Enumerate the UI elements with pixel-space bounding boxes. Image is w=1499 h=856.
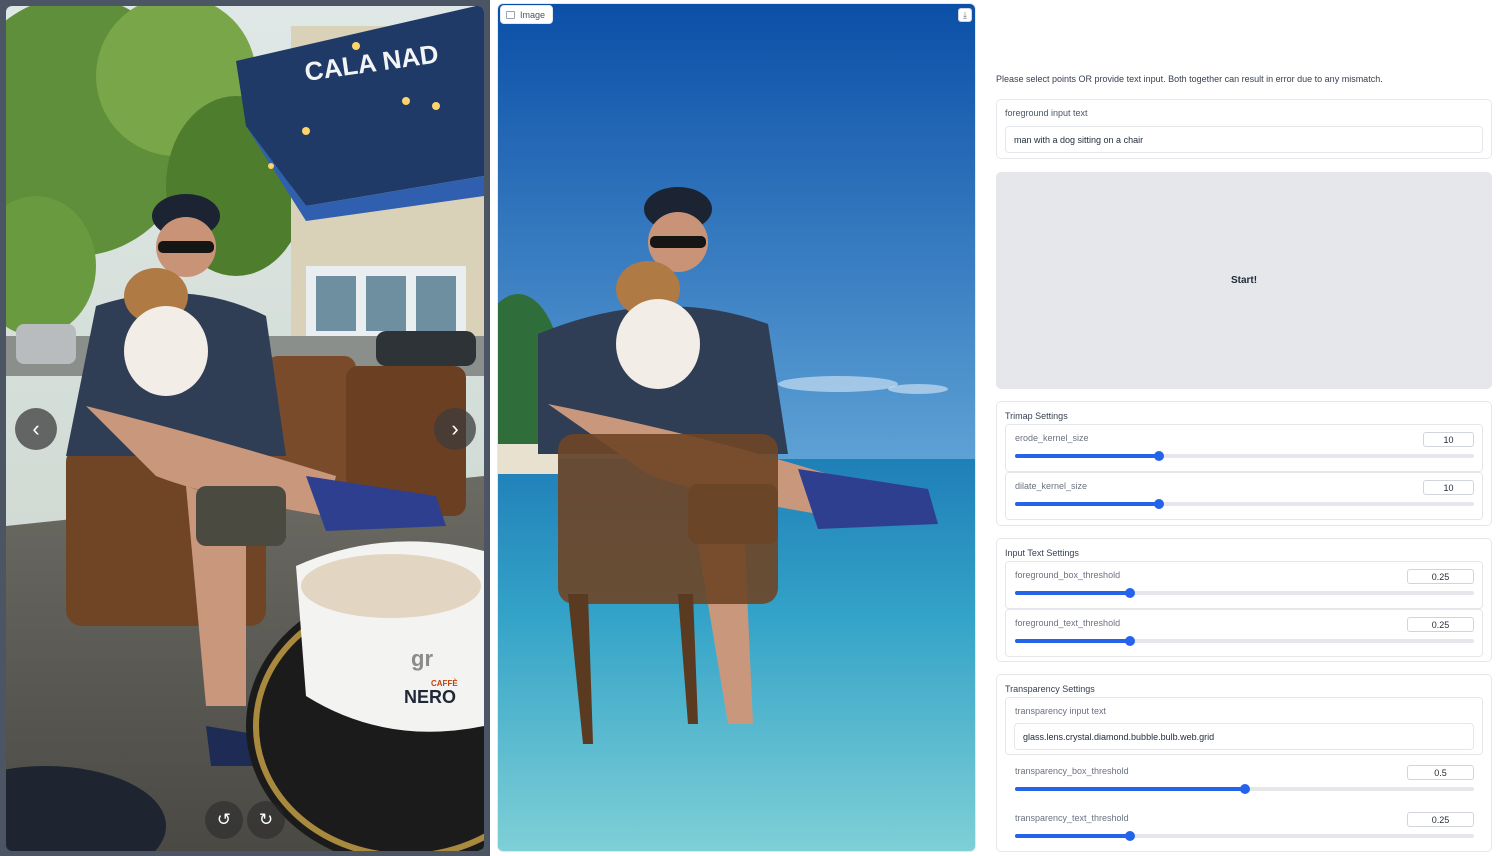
rotate-left-icon: ↺ (216, 810, 232, 829)
slider-track[interactable] (1015, 636, 1474, 646)
input-gallery: CALA NAD gr CAFFÈ NERO ‹ › ↺ ↻ (0, 0, 490, 856)
transparency-settings-title: Transparency Settings (1005, 684, 1095, 694)
slider-thumb[interactable] (1153, 451, 1164, 461)
slider-track[interactable] (1015, 499, 1474, 509)
input-text-settings-group: Input Text Settings foreground_box_thres… (996, 538, 1492, 662)
start-button[interactable]: Start! (996, 172, 1492, 389)
slider-thumb[interactable] (1124, 588, 1135, 598)
previous-image-button[interactable]: ‹ (15, 408, 57, 450)
slider-thumb[interactable] (1239, 784, 1250, 794)
slider-thumb[interactable] (1124, 831, 1135, 841)
slider-fill (1015, 639, 1130, 643)
download-icon: ⤓ (963, 9, 967, 20)
slider-fill (1015, 454, 1159, 458)
slider-fill (1015, 834, 1130, 838)
transparency-input-label: transparency input text (1015, 706, 1107, 716)
input-text-settings-title: Input Text Settings (1005, 548, 1079, 558)
slider-fill (1015, 502, 1159, 506)
erode-kernel-size-slider: erode_kernel_size 10 (1005, 424, 1483, 472)
foreground-input-label: foreground input text (1005, 108, 1088, 118)
output-image (498, 4, 975, 851)
slider-track[interactable] (1015, 831, 1474, 841)
slider-label: foreground_text_threshold (1015, 618, 1121, 628)
trimap-settings-group: Trimap Settings erode_kernel_size 10 dil… (996, 401, 1492, 526)
cup-brand-text: gr (411, 646, 433, 671)
instruction-text: Please select points OR provide text inp… (996, 74, 1383, 84)
image-icon (506, 10, 515, 19)
rotate-left-button[interactable]: ↺ (205, 801, 243, 839)
slider-number-input[interactable]: 0.5 (1407, 765, 1474, 780)
slider-track[interactable] (1015, 784, 1474, 794)
slider-label: transparency_text_threshold (1015, 813, 1129, 823)
slider-number-input[interactable]: 0.25 (1407, 569, 1474, 584)
dilate-kernel-size-slider: dilate_kernel_size 10 (1005, 472, 1483, 520)
image-label-text: Image (520, 9, 546, 20)
input-photo-frame[interactable]: CALA NAD gr CAFFÈ NERO ‹ › ↺ ↻ (6, 6, 484, 851)
slider-thumb[interactable] (1124, 636, 1135, 646)
download-button[interactable]: ⤓ (958, 8, 972, 22)
chevron-right-icon: › (451, 416, 459, 441)
foreground-text-threshold-slider: foreground_text_threshold 0.25 (1005, 609, 1483, 657)
slider-track[interactable] (1015, 588, 1474, 598)
slider-number-input[interactable]: 10 (1423, 432, 1474, 447)
slider-label: dilate_kernel_size (1015, 481, 1088, 491)
slider-track[interactable] (1015, 451, 1474, 461)
transparency-settings-group: Transparency Settings transparency input… (996, 674, 1492, 852)
trimap-settings-title: Trimap Settings (1005, 411, 1068, 421)
transparency-input-block: transparency input text glass.lens.cryst… (1005, 697, 1483, 755)
slider-number-input[interactable]: 10 (1423, 480, 1474, 495)
output-image-panel: Image ⤓ (497, 3, 976, 852)
slider-label: foreground_box_threshold (1015, 570, 1121, 580)
slider-label: transparency_box_threshold (1015, 766, 1129, 776)
image-block-label: Image (500, 5, 554, 24)
transparency-text-threshold-slider: transparency_text_threshold 0.25 (1005, 804, 1483, 850)
transparency-text-input[interactable]: glass.lens.crystal.diamond.bubble.bulb.w… (1014, 723, 1474, 750)
slider-label: erode_kernel_size (1015, 433, 1089, 443)
input-photo[interactable]: CALA NAD gr CAFFÈ NERO (6, 6, 484, 851)
rotate-right-icon: ↻ (258, 810, 274, 829)
rotate-right-button[interactable]: ↻ (247, 801, 285, 839)
slider-thumb[interactable] (1153, 499, 1164, 509)
settings-panel: Please select points OR provide text inp… (984, 0, 1499, 856)
chevron-left-icon: ‹ (32, 416, 40, 441)
foreground-input-block: foreground input text man with a dog sit… (996, 99, 1492, 159)
slider-fill (1015, 591, 1130, 595)
transparency-box-threshold-slider: transparency_box_threshold 0.5 (1005, 757, 1483, 803)
slider-number-input[interactable]: 0.25 (1407, 812, 1474, 827)
next-image-button[interactable]: › (434, 408, 476, 450)
foreground-box-threshold-slider: foreground_box_threshold 0.25 (1005, 561, 1483, 609)
slider-fill (1015, 787, 1245, 791)
foreground-text-input[interactable]: man with a dog sitting on a chair (1005, 126, 1483, 153)
cup-name-text: NERO (404, 687, 456, 707)
slider-number-input[interactable]: 0.25 (1407, 617, 1474, 632)
